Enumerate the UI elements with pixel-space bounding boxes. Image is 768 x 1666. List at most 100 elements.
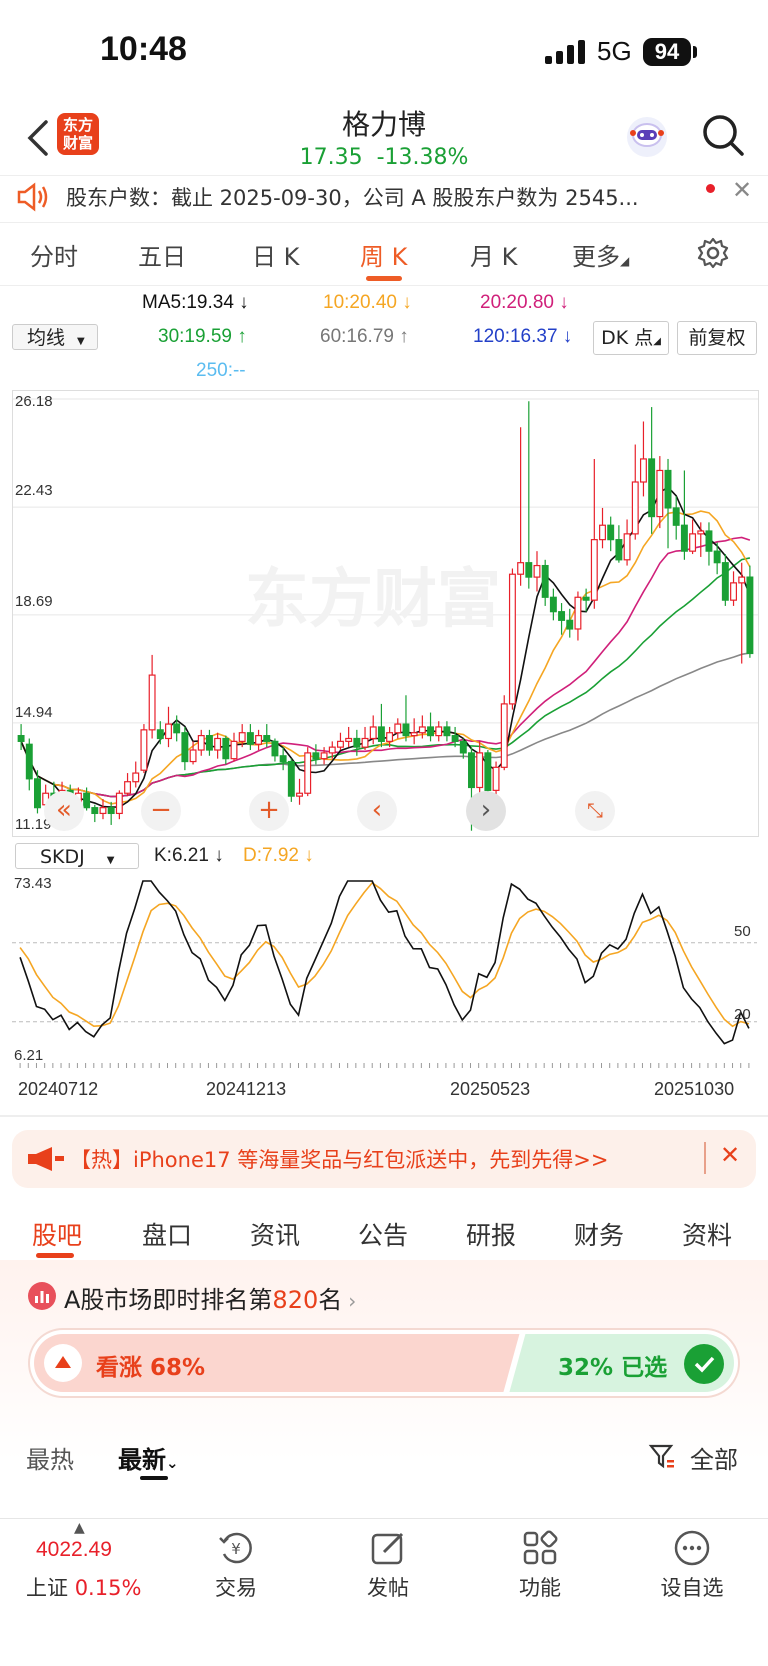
bullish-label[interactable]: 看涨 68% (96, 1348, 205, 1382)
bullish-text: 看涨 (96, 1355, 142, 1381)
candle-body (476, 752, 484, 789)
tab-news[interactable]: 资讯 (250, 1216, 300, 1252)
candle-body (386, 732, 394, 742)
promo-banner[interactable]: 【热】iPhone17 等海量奖品与红包派送中，先到先得>> ✕ (12, 1130, 756, 1188)
bearish-label[interactable]: 32% 已选 (558, 1348, 667, 1382)
ranking-link[interactable]: A股市场即时排名第820名 › (64, 1280, 356, 1315)
ma-selector[interactable]: 均线 ▼ (12, 324, 98, 350)
assistant-robot-icon[interactable] (623, 113, 671, 161)
tab-pankou[interactable]: 盘口 (142, 1216, 192, 1252)
trade-yen-icon[interactable]: ¥ (216, 1528, 256, 1568)
nav-functions[interactable]: 功能 (490, 1572, 590, 1602)
filter-icon[interactable] (648, 1442, 676, 1470)
candle-body (238, 732, 246, 742)
candle-body (189, 749, 197, 763)
battery-tip (693, 46, 697, 58)
candle-body (222, 737, 230, 760)
tab-guba[interactable]: 股吧 (32, 1216, 82, 1252)
tab-finance[interactable]: 财务 (574, 1216, 624, 1252)
adjust-button[interactable]: 前复权 (677, 321, 757, 355)
tab-daily-k[interactable]: 日 K (252, 237, 299, 272)
search-icon[interactable] (700, 112, 746, 158)
candle-body (181, 732, 189, 763)
more-dots-icon[interactable] (672, 1528, 712, 1568)
y-tick-label: 14.94 (15, 704, 53, 721)
kdj-50-label: 50 (734, 923, 751, 940)
svg-text:¥: ¥ (231, 1540, 241, 1558)
notice-text: 股东户数：截止 2025-09-30，公司 A 股股东户数为 2545... (66, 186, 639, 210)
megaphone-icon (28, 1147, 64, 1171)
selected-check-icon (684, 1344, 724, 1384)
scroll-left-icon[interactable]: « (44, 791, 84, 831)
candle-body (361, 737, 369, 748)
filter-all[interactable]: 全部 (690, 1440, 738, 1475)
next-icon[interactable]: › (466, 791, 506, 831)
functions-grid-icon[interactable] (520, 1528, 560, 1568)
nav-trade[interactable]: 交易 (186, 1572, 286, 1602)
kdj-d-value: D:7.92 ↓ (243, 845, 314, 866)
candle-body (738, 576, 746, 584)
kdj-k-value: K:6.21 ↓ (154, 845, 224, 866)
ranking-section: A股市场即时排名第820名 › 看涨 68% 32% 已选 最热 最新⌄ 全部 (0, 1260, 768, 1480)
speaker-icon (17, 182, 48, 212)
nav-add-watchlist[interactable]: 设自选 (642, 1572, 742, 1602)
ranking-prefix: A股市场即时排名第 (64, 1286, 273, 1314)
notice-close-icon[interactable]: ✕ (732, 176, 752, 204)
caret-down-icon: ◢ (620, 254, 630, 268)
promo-close-icon[interactable]: ✕ (720, 1141, 740, 1169)
tab-intraday[interactable]: 分时 (30, 237, 78, 272)
candle-body (689, 533, 697, 552)
candle-body (517, 562, 525, 575)
kline-chart[interactable]: 东方财富 26.18 22.43 18.69 14.94 11.19 « − +… (12, 390, 759, 837)
bullish-arrow-icon[interactable] (44, 1344, 82, 1382)
sort-hot[interactable]: 最热 (26, 1440, 74, 1475)
index-value[interactable]: 4022.49 (36, 1538, 112, 1562)
candle-body (124, 781, 132, 794)
candle-body (173, 723, 181, 734)
candle-body (721, 562, 729, 601)
candle-body (345, 737, 353, 742)
tab-profile[interactable]: 资料 (682, 1216, 732, 1252)
candle-body (156, 729, 164, 740)
tab-more[interactable]: 更多◢ (572, 237, 629, 272)
candle-body (83, 792, 91, 809)
candle-body (746, 576, 754, 655)
candle-body (730, 582, 737, 601)
candle-body (140, 729, 148, 771)
index-name[interactable]: 上证 0.15% (26, 1572, 141, 1602)
sort-latest[interactable]: 最新⌄ (118, 1440, 179, 1475)
candle-body (377, 726, 385, 742)
candle-body (566, 619, 574, 630)
prev-icon[interactable]: ‹ (357, 791, 397, 831)
candle-body (427, 726, 435, 737)
tab-five-day[interactable]: 五日 (138, 237, 186, 272)
indicator-selector[interactable]: SKDJ ▼ (15, 843, 139, 869)
unread-dot (706, 184, 715, 193)
zoom-out-icon[interactable]: − (141, 791, 181, 831)
nav-post[interactable]: 发帖 (338, 1572, 438, 1602)
settings-gear-icon[interactable] (697, 237, 729, 269)
candle-body (369, 726, 377, 740)
post-edit-icon[interactable] (368, 1528, 408, 1568)
candle-body (590, 539, 598, 601)
tab-announcement[interactable]: 公告 (358, 1216, 408, 1252)
dk-point-button[interactable]: DK 点◢ (593, 321, 669, 355)
fullscreen-icon[interactable]: ⤡ (575, 791, 615, 831)
tab-monthly-k[interactable]: 月 K (470, 237, 517, 272)
date-label: 20250523 (450, 1079, 531, 1099)
vote-bar: 看涨 68% 32% 已选 (30, 1330, 738, 1396)
active-tab-indicator (36, 1253, 74, 1258)
tab-research[interactable]: 研报 (466, 1216, 516, 1252)
ma120-value: 120:16.37 ↓ (473, 326, 573, 347)
sort-latest-label: 最新 (118, 1446, 166, 1474)
zoom-in-icon[interactable]: + (249, 791, 289, 831)
ma20-value: 20:20.80 ↓ (480, 292, 569, 313)
dk-point-label: DK 点 (601, 327, 654, 349)
notice-bar[interactable]: 股东户数：截止 2025-09-30，公司 A 股股东户数为 2545... (0, 175, 768, 220)
bullish-percent: 68% (150, 1355, 206, 1381)
kdj-chart[interactable]: 73.43 6.21 50 20 (12, 873, 757, 1069)
candle-body (648, 458, 656, 518)
candle-body (468, 752, 475, 789)
tab-weekly-k[interactable]: 周 K (360, 237, 407, 272)
candle-body (599, 524, 606, 541)
